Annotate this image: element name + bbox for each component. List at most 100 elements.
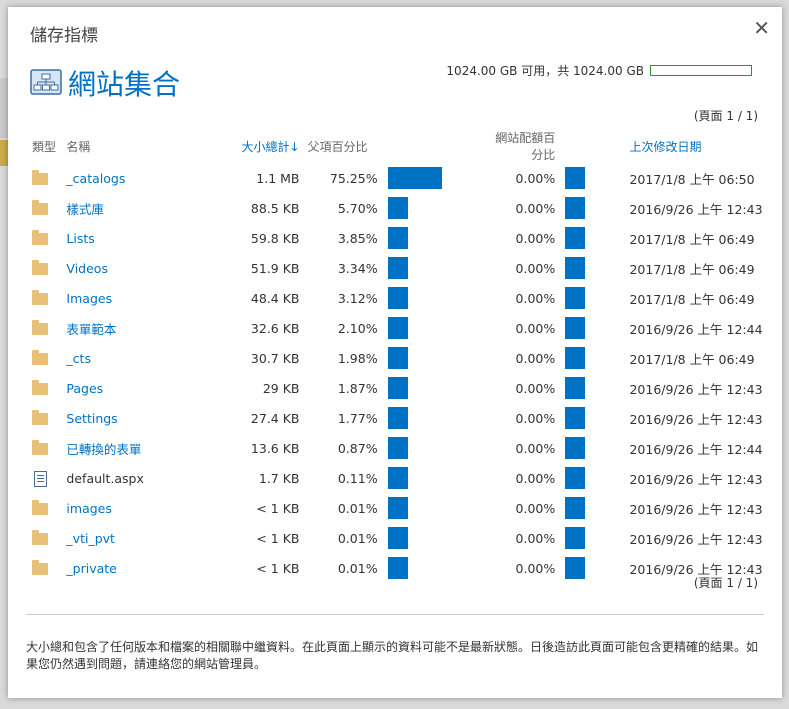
row-size: < 1 KB — [256, 500, 300, 516]
table-row: Pages 29 KB 1.87% 0.00% 2016/9/26 上午 12:43 — [28, 373, 782, 403]
row-type-cell — [28, 523, 66, 553]
row-name[interactable]: Images — [66, 291, 112, 306]
row-type-cell — [28, 553, 66, 583]
row-name-cell: Pages — [66, 373, 201, 403]
quota-pct-bar — [565, 257, 586, 279]
row-parent-pct: 0.01% — [337, 500, 378, 516]
row-name[interactable]: Lists — [66, 231, 94, 246]
quota-pct-bar — [565, 377, 586, 399]
row-quota-bar-cell — [565, 193, 629, 223]
row-modified-date: 2016/9/26 上午 12:44 — [629, 321, 763, 337]
quota-pct-bar — [565, 527, 586, 549]
row-quota-pct: 0.00% — [515, 200, 556, 216]
row-name[interactable]: _catalogs — [66, 171, 125, 186]
folder-icon — [32, 379, 48, 395]
parent-pct-bar — [387, 527, 408, 549]
row-modified-date: 2016/9/26 上午 12:43 — [629, 501, 763, 517]
row-name-cell: 已轉換的表單 — [66, 433, 201, 463]
parent-pct-bar — [387, 257, 408, 279]
row-parent-bar-cell — [387, 493, 486, 523]
row-size: 29 KB — [262, 380, 300, 396]
quota-pct-bar — [565, 167, 586, 189]
row-name-cell: Videos — [66, 253, 201, 283]
quota-pct-bar — [565, 467, 586, 489]
row-quota-pct: 0.00% — [515, 320, 556, 336]
folder-icon — [32, 199, 48, 215]
row-quota-bar-cell — [565, 403, 629, 433]
row-parent-pct: 75.25% — [329, 170, 378, 186]
row-name[interactable]: _vti_pvt — [66, 531, 115, 546]
row-quota-pct: 0.00% — [515, 530, 556, 546]
column-header-parent-pct: 父項百分比 — [307, 139, 368, 154]
row-quota-bar-cell — [565, 493, 629, 523]
row-quota-bar-cell — [565, 283, 629, 313]
row-name: default.aspx — [66, 470, 144, 486]
row-quota-pct: 0.00% — [515, 410, 556, 426]
row-parent-bar-cell — [387, 373, 486, 403]
row-name-cell: Lists — [66, 223, 201, 253]
row-size: 88.5 KB — [250, 200, 300, 216]
row-size: 48.4 KB — [250, 290, 300, 306]
row-parent-pct: 1.87% — [337, 380, 378, 396]
row-name[interactable]: Videos — [66, 261, 108, 276]
row-size: 32.6 KB — [250, 320, 300, 336]
column-header-size[interactable]: 大小總計↓ — [202, 129, 308, 163]
close-icon[interactable]: ✕ — [753, 16, 770, 40]
row-size: 59.8 KB — [250, 230, 300, 246]
row-name[interactable]: 已轉換的表單 — [66, 442, 141, 457]
storage-table: 類型 名稱 大小總計↓ 父項百分比 網站配額百分比 上次修改日期 _catalo… — [28, 129, 782, 583]
parent-pct-bar — [387, 227, 408, 249]
quota-pct-bar — [565, 197, 586, 219]
row-quota-bar-cell — [565, 253, 629, 283]
row-name[interactable]: Settings — [66, 411, 117, 426]
footer-divider — [26, 614, 764, 615]
row-modified-date: 2017/1/8 上午 06:49 — [629, 261, 755, 277]
folder-icon — [32, 229, 48, 245]
table-row: images < 1 KB 0.01% 0.00% 2016/9/26 上午 12:43 — [28, 493, 782, 523]
row-name[interactable]: Pages — [66, 381, 103, 396]
row-type-cell — [28, 163, 66, 193]
folder-icon — [32, 169, 48, 185]
row-quota-pct: 0.00% — [515, 380, 556, 396]
row-size: 51.9 KB — [250, 260, 300, 276]
parent-pct-bar — [387, 377, 408, 399]
row-type-cell — [28, 343, 66, 373]
row-size: < 1 KB — [256, 530, 300, 546]
row-name-cell: _private — [66, 553, 201, 583]
row-modified-date: 2017/1/8 上午 06:50 — [629, 171, 755, 187]
row-name[interactable]: images — [66, 501, 111, 516]
parent-pct-bar — [387, 557, 408, 579]
column-header-parent-bar — [388, 129, 486, 163]
table-row: _vti_pvt < 1 KB 0.01% 0.00% 2016/9/26 上午 12:… — [28, 523, 782, 553]
file-icon — [34, 470, 47, 487]
row-parent-pct: 3.12% — [337, 290, 378, 306]
table-row: Videos 51.9 KB 3.34% 0.00% 2017/1/8 上午 06:49 — [28, 253, 782, 283]
row-modified-date: 2016/9/26 上午 12:43 — [629, 201, 763, 217]
row-parent-bar-cell — [387, 163, 486, 193]
parent-pct-bar — [387, 347, 408, 369]
parent-pct-bar — [387, 317, 408, 339]
folder-icon — [32, 319, 48, 335]
row-quota-bar-cell — [565, 313, 629, 343]
row-modified-date: 2017/1/8 上午 06:49 — [629, 231, 755, 247]
site-collection-icon — [30, 69, 62, 95]
row-name[interactable]: 樣式庫 — [66, 202, 104, 217]
row-name-cell: images — [66, 493, 201, 523]
row-name[interactable]: _cts — [66, 351, 91, 366]
column-header-name: 名稱 — [66, 139, 91, 154]
storage-metrics-dialog: 儲存指標 ✕ 網站集合 1024.00 GB 可用，共 1024.00 GB (… — [8, 7, 782, 698]
quota-pct-bar — [565, 287, 586, 309]
row-quota-pct: 0.00% — [515, 560, 556, 576]
row-modified-date: 2017/1/8 上午 06:49 — [629, 291, 755, 307]
parent-pct-bar — [387, 467, 408, 489]
column-header-modified[interactable]: 上次修改日期 — [629, 129, 782, 163]
row-name[interactable]: _private — [66, 561, 116, 576]
storage-summary: 1024.00 GB 可用，共 1024.00 GB — [446, 62, 752, 79]
table-row: _catalogs 1.1 MB 75.25% 0.00% 2017/1/8 上午 06… — [28, 163, 782, 193]
row-parent-pct: 0.01% — [337, 560, 378, 576]
quota-pct-bar — [565, 347, 586, 369]
row-name[interactable]: 表單範本 — [66, 322, 116, 337]
row-modified-date: 2016/9/26 上午 12:44 — [629, 441, 763, 457]
row-quota-pct: 0.00% — [515, 260, 556, 276]
quota-pct-bar — [565, 227, 586, 249]
